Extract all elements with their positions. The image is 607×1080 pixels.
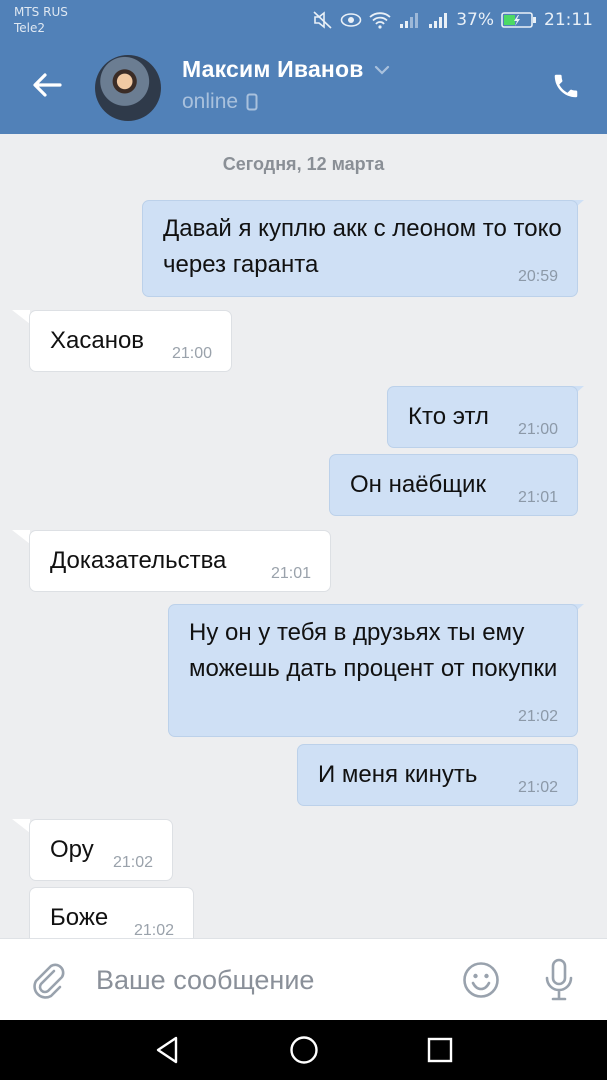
message-time: 21:01 — [270, 565, 311, 582]
message-time: 21:02 — [133, 922, 174, 938]
nav-back-icon — [156, 1036, 178, 1064]
contact-name-dropdown[interactable]: Максим Иванов — [182, 56, 390, 83]
system-navigation-bar — [0, 1020, 607, 1080]
message-outgoing[interactable]: Кто этл 21:00 — [387, 386, 578, 448]
carrier-2: Tele2 — [14, 21, 46, 35]
message-outgoing[interactable]: Ну он у тебя в друзьях ты ему можешь дат… — [168, 604, 578, 737]
battery-percent: 37% — [456, 10, 494, 30]
message-time: 21:00 — [517, 421, 558, 438]
carrier-info: MTS RUS Tele2 — [14, 4, 68, 36]
clock: 21:11 — [544, 10, 593, 30]
message-text: Ну он у тебя в друзьях ты ему можешь дат… — [189, 619, 558, 682]
message-text: Давай я куплю акк с леоном то токо через… — [163, 215, 562, 278]
message-composer: Ваше сообщение — [0, 938, 607, 1021]
attach-button[interactable] — [30, 961, 66, 1001]
message-outgoing[interactable]: Он наёбщик 21:01 — [329, 454, 578, 516]
signal-icon-2 — [427, 11, 449, 29]
message-text: Он наёбщик — [350, 471, 486, 498]
voice-message-button[interactable] — [544, 957, 574, 1003]
emoji-button[interactable] — [462, 961, 500, 999]
message-text: Ору — [50, 836, 94, 863]
paperclip-icon — [33, 963, 65, 999]
message-text: Кто этл — [408, 403, 489, 430]
chat-header: Максим Иванов online — [0, 40, 607, 134]
chevron-down-icon — [374, 65, 389, 75]
phone-icon — [554, 74, 578, 98]
avatar[interactable] — [95, 55, 161, 121]
message-incoming[interactable]: Боже 21:02 — [29, 887, 194, 938]
message-outgoing[interactable]: Давай я куплю акк с леоном то токо через… — [142, 200, 578, 297]
message-time: 21:00 — [171, 345, 212, 362]
date-divider: Сегодня, 12 марта — [222, 154, 385, 174]
message-text: И меня кинуть — [318, 761, 478, 788]
nav-recents-button[interactable] — [424, 1034, 456, 1066]
top-bar: MTS RUS Tele2 37% 21:11 Максим Иванов on… — [0, 0, 607, 134]
message-text: Доказательства — [50, 547, 227, 574]
emoji-icon — [463, 962, 499, 998]
bubble-tail — [12, 310, 30, 324]
mobile-icon — [246, 93, 258, 111]
back-arrow-icon — [33, 73, 62, 97]
message-incoming[interactable]: Доказательства 21:01 — [29, 530, 331, 592]
battery-icon — [501, 11, 537, 29]
nav-back-button[interactable] — [152, 1034, 184, 1066]
eye-icon — [340, 12, 362, 28]
message-list[interactable]: Сегодня, 12 марта Давай я куплю акк с ле… — [0, 134, 607, 938]
message-time: 21:02 — [517, 779, 558, 796]
message-incoming[interactable]: Ору 21:02 — [29, 819, 173, 881]
message-time: 21:02 — [112, 854, 153, 871]
signal-icon-1 — [398, 11, 420, 29]
nav-home-button[interactable] — [288, 1034, 320, 1066]
message-text: Боже — [50, 904, 109, 931]
back-button[interactable] — [30, 68, 64, 102]
message-incoming[interactable]: Хасанов 21:00 — [29, 310, 232, 372]
message-time: 21:01 — [517, 489, 558, 506]
nav-home-icon — [290, 1036, 318, 1064]
bubble-tail — [12, 530, 30, 544]
nav-recents-icon — [427, 1037, 453, 1063]
status-bar: MTS RUS Tele2 37% 21:11 — [0, 0, 607, 40]
mute-icon — [313, 11, 333, 29]
status-icons: 37% 21:11 — [313, 8, 593, 32]
message-time: 20:59 — [517, 268, 558, 285]
wifi-icon — [369, 11, 391, 29]
call-button[interactable] — [551, 71, 581, 101]
message-outgoing[interactable]: И меня кинуть 21:02 — [297, 744, 578, 806]
microphone-icon — [545, 958, 573, 1001]
contact-name: Максим Иванов — [182, 56, 364, 82]
presence-status: online — [182, 90, 258, 114]
bubble-tail — [12, 819, 30, 833]
presence-label: online — [182, 90, 239, 113]
message-text: Хасанов — [50, 327, 145, 354]
message-input[interactable]: Ваше сообщение — [96, 959, 436, 1001]
carrier-1: MTS RUS — [14, 5, 68, 19]
message-time: 21:02 — [517, 708, 558, 725]
